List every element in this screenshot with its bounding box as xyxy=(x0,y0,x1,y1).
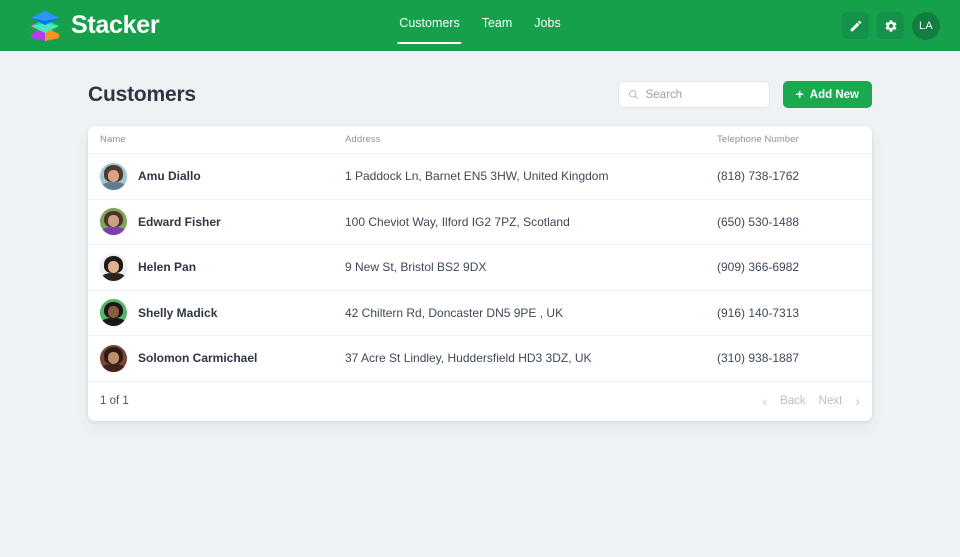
add-new-label: Add New xyxy=(809,88,859,101)
avatar xyxy=(100,162,127,190)
page-title: Customers xyxy=(88,82,196,106)
gear-icon xyxy=(885,19,896,32)
pencil-icon xyxy=(850,20,861,31)
table-header-row: Name Address Telephone Number xyxy=(88,126,872,154)
customer-telephone: (650) 530-1488 xyxy=(717,214,800,229)
table-row[interactable]: Helen Pan 9 New St, Bristol BS2 9DX (909… xyxy=(88,245,872,291)
next-page-icon[interactable]: › xyxy=(855,394,860,408)
stacker-logo-icon xyxy=(31,10,59,41)
cell-name: Shelly Madick xyxy=(100,299,345,327)
back-button[interactable]: Back xyxy=(780,395,806,407)
add-new-button[interactable]: + Add New xyxy=(782,81,872,108)
search-icon xyxy=(628,90,638,100)
column-header-telephone: Telephone Number xyxy=(717,134,799,145)
page-header-actions: + Add New xyxy=(617,81,872,108)
customer-address: 1 Paddock Ln, Barnet EN5 3HW, United Kin… xyxy=(345,169,609,184)
table-row[interactable]: Edward Fisher 100 Cheviot Way, Ilford IG… xyxy=(88,200,872,245)
customer-address: 100 Cheviot Way, Ilford IG2 7PZ, Scotlan… xyxy=(345,214,570,229)
column-header-address: Address xyxy=(345,134,381,145)
page-content: Customers + Add New Name Address Telepho… xyxy=(0,51,960,421)
top-bar-actions: LA xyxy=(842,11,940,40)
customer-name: Helen Pan xyxy=(138,260,197,275)
nav-item-team[interactable]: Team xyxy=(482,16,513,44)
customer-name: Edward Fisher xyxy=(138,214,221,229)
avatar xyxy=(100,253,127,281)
customers-table-card: Name Address Telephone Number Amu Diallo… xyxy=(88,126,872,421)
page-count-label: 1 of 1 xyxy=(100,395,129,407)
customer-name: Shelly Madick xyxy=(138,305,218,320)
customer-address: 9 New St, Bristol BS2 9DX xyxy=(345,260,487,275)
customer-address: 37 Acre St Lindley, Huddersfield HD3 3DZ… xyxy=(345,351,592,366)
main-nav: Customers Team Jobs xyxy=(397,0,561,51)
plus-icon: + xyxy=(795,86,804,102)
brand-name: Stacker xyxy=(71,11,160,39)
search-input[interactable] xyxy=(645,88,760,101)
customer-telephone: (310) 938-1887 xyxy=(717,351,800,366)
avatar xyxy=(100,299,127,327)
cell-name: Amu Diallo xyxy=(100,162,345,190)
user-avatar[interactable]: LA xyxy=(912,11,940,40)
pagination-controls: ‹ Back Next › xyxy=(762,394,860,408)
search-box[interactable] xyxy=(617,81,770,108)
nav-item-customers[interactable]: Customers xyxy=(397,16,463,44)
column-header-name: Name xyxy=(100,134,126,145)
edit-button[interactable] xyxy=(842,12,869,39)
cell-name: Edward Fisher xyxy=(100,208,345,236)
next-button[interactable]: Next xyxy=(819,395,843,407)
table-footer: 1 of 1 ‹ Back Next › xyxy=(88,382,872,421)
table-row[interactable]: Amu Diallo 1 Paddock Ln, Barnet EN5 3HW,… xyxy=(88,154,872,200)
avatar xyxy=(100,208,127,236)
cell-name: Helen Pan xyxy=(100,253,345,281)
customer-telephone: (916) 140-7313 xyxy=(717,305,800,320)
avatar xyxy=(100,344,127,372)
cell-name: Solomon Carmichael xyxy=(100,344,345,372)
customer-address: 42 Chiltern Rd, Doncaster DN5 9PE , UK xyxy=(345,305,564,320)
settings-button[interactable] xyxy=(877,12,904,39)
customer-telephone: (818) 738-1762 xyxy=(717,169,800,184)
brand-logo[interactable]: Stacker xyxy=(28,9,160,43)
top-navigation-bar: Stacker Customers Team Jobs LA xyxy=(0,0,960,51)
table-row[interactable]: Solomon Carmichael 37 Acre St Lindley, H… xyxy=(88,336,872,382)
prev-page-icon[interactable]: ‹ xyxy=(762,394,767,408)
table-row[interactable]: Shelly Madick 42 Chiltern Rd, Doncaster … xyxy=(88,291,872,336)
nav-item-jobs[interactable]: Jobs xyxy=(534,16,560,44)
customer-name: Amu Diallo xyxy=(138,169,201,184)
customer-telephone: (909) 366-6982 xyxy=(717,260,800,275)
page-header: Customers + Add New xyxy=(88,81,872,108)
customer-name: Solomon Carmichael xyxy=(138,351,258,366)
